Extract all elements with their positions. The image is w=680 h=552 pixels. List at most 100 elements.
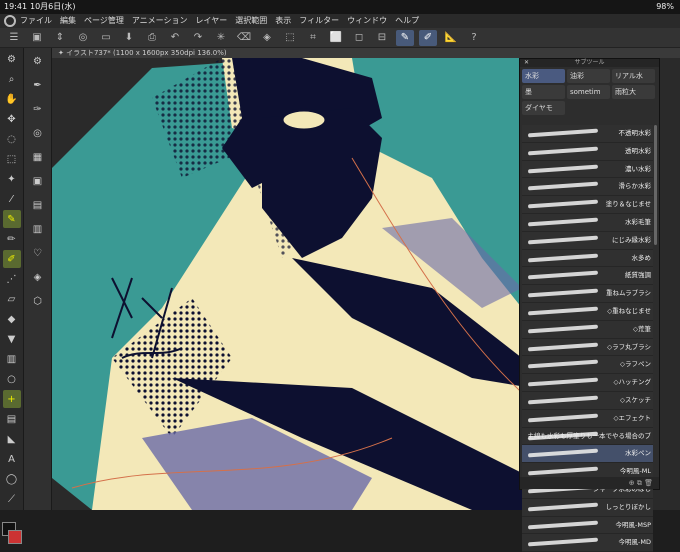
brush-preset-item[interactable]: 紙質強調 <box>522 267 653 286</box>
brush-preset-item[interactable]: 透明水彩 <box>522 142 653 161</box>
subtool-group-tab[interactable]: 水彩 <box>522 69 565 83</box>
sub-color[interactable] <box>8 530 22 544</box>
ruler-tool-icon[interactable]: ◣ <box>3 430 21 448</box>
menu-item[interactable]: フィルター <box>299 14 339 28</box>
gradient-icon[interactable]: ▥ <box>3 350 21 368</box>
deselect-icon[interactable]: ◻ <box>350 30 368 46</box>
pencil-icon[interactable]: ✏ <box>3 230 21 248</box>
correction-icon[interactable]: ⟋ <box>3 490 21 508</box>
frame-icon[interactable]: ▤ <box>3 410 21 428</box>
brush-preset-item[interactable]: ◇重ねなじませ <box>522 302 653 321</box>
layer-icon[interactable]: ▥ <box>29 220 47 238</box>
stack-icon[interactable]: ◈ <box>29 268 47 286</box>
menu-item[interactable]: 表示 <box>275 14 291 28</box>
zoom-icon[interactable]: ⌕ <box>3 70 21 88</box>
lasso-icon[interactable]: ◌ <box>3 130 21 148</box>
hand-icon[interactable]: ✋ <box>3 90 21 108</box>
select-icon[interactable]: ⬚ <box>3 150 21 168</box>
scrollbar[interactable] <box>654 125 657 245</box>
folder-icon[interactable]: ▭ <box>97 30 115 46</box>
ruler-icon[interactable]: 📐 <box>442 30 460 46</box>
brush-preset-item[interactable]: ◇スケッチ <box>522 391 653 410</box>
menu-item[interactable]: ページ管理 <box>84 14 124 28</box>
trash-icon[interactable]: 🗑 <box>644 479 653 487</box>
brush-size-icon[interactable]: ✒ <box>29 76 47 94</box>
crop-icon[interactable]: ⌗ <box>304 30 322 46</box>
redo-icon[interactable]: ↷ <box>189 30 207 46</box>
tool-dropdown-icon[interactable]: ▣ <box>28 30 46 46</box>
subtool-group-tab[interactable]: 雨粒大 <box>612 85 655 99</box>
brush-mode-icon[interactable]: ✐ <box>419 29 437 46</box>
fill-bucket-icon[interactable]: ▼ <box>3 330 21 348</box>
eyedropper-icon[interactable]: ⁄ <box>3 190 21 208</box>
menu-item[interactable]: ヘルプ <box>395 14 419 28</box>
brush-preset-item[interactable]: 今明風-MD <box>522 534 653 552</box>
pen-mode-icon[interactable]: ✎ <box>396 29 414 46</box>
undo-icon[interactable]: ↶ <box>166 30 184 46</box>
duplicate-icon[interactable]: ⧉ <box>637 479 642 487</box>
airbrush-icon[interactable]: ⋰ <box>3 270 21 288</box>
brush-preset-item[interactable]: 水多め <box>522 249 653 268</box>
transform-icon[interactable]: ⬚ <box>281 30 299 46</box>
select-all-icon[interactable]: ⬜ <box>327 30 345 46</box>
brush-preset-item[interactable]: ◇ラフ丸ブラシ <box>522 338 653 357</box>
brush-preset-item[interactable]: ◇ラフペン <box>522 356 653 375</box>
gear-icon[interactable]: ⚙ <box>3 50 21 68</box>
menu-item[interactable]: 選択範囲 <box>235 14 267 28</box>
selection-icon[interactable]: ◎ <box>74 30 92 46</box>
add-icon[interactable]: + <box>2 390 21 408</box>
subtool-group-tab[interactable]: リアル水 <box>612 69 655 83</box>
brush-density-icon[interactable]: ✑ <box>29 100 47 118</box>
fill-icon[interactable]: ◈ <box>258 30 276 46</box>
balloon-icon[interactable]: ◯ <box>3 470 21 488</box>
brush-icon[interactable]: ✐ <box>2 250 21 268</box>
brush-preset-item[interactable]: 今明風-MSP <box>522 516 653 535</box>
brush-preset-item[interactable]: 濃い水彩 <box>522 160 653 179</box>
menu-item[interactable]: レイヤー <box>196 14 228 28</box>
menu-item[interactable]: アニメーション <box>132 14 188 28</box>
shape-icon[interactable]: ○ <box>3 370 21 388</box>
brush-preset-item[interactable]: 塗り＆なじませ <box>522 196 653 214</box>
navigator-icon[interactable]: ▣ <box>29 172 47 190</box>
settings-icon[interactable]: ⚙ <box>29 52 47 70</box>
3d-icon[interactable]: ⬡ <box>29 292 47 310</box>
brush-preset-item[interactable]: ◇ハッチング <box>522 374 653 392</box>
menu-item[interactable]: ウィンドウ <box>347 14 387 28</box>
wand-icon[interactable]: ✦ <box>3 170 21 188</box>
pen-icon[interactable]: ✎ <box>2 210 21 228</box>
brush-preset-item[interactable]: 不透明水彩 <box>522 125 653 143</box>
subtool-group-tab[interactable]: 墨 <box>522 85 565 99</box>
menu-item[interactable]: 編集 <box>60 14 76 28</box>
brush-preset-item[interactable]: 水彩毛筆 <box>522 213 653 232</box>
brush-preset-item[interactable]: ◇エフェクト <box>522 409 653 428</box>
chevron-updown-icon[interactable]: ⇕ <box>51 30 69 46</box>
document-tab[interactable]: ✦ イラスト737* (1100 x 1600px 350dpi 136.0%) <box>52 48 680 58</box>
text-icon[interactable]: A <box>3 450 21 468</box>
brush-preset-item[interactable]: しっとりぼかし <box>522 498 653 517</box>
loading-icon[interactable]: ✳ <box>212 30 230 46</box>
layer-property-icon[interactable]: ▤ <box>29 196 47 214</box>
clear-icon[interactable]: ⌫ <box>235 30 253 46</box>
color-swatch[interactable] <box>2 522 22 544</box>
subtool-group-tab[interactable]: sometim <box>567 85 610 99</box>
brush-preset-item[interactable]: ◇荒筆 <box>522 320 653 339</box>
brush-preset-item[interactable]: にじみ縁水彩 <box>522 231 653 250</box>
app-logo-icon[interactable] <box>4 15 16 27</box>
brush-preset-item[interactable]: 主線も水彩も厚塗りも一本でやる場合のブ <box>522 427 653 446</box>
brush-preset-item[interactable]: 水彩ペン <box>522 445 653 464</box>
add-subtool-icon[interactable]: ⊕ <box>629 479 635 487</box>
close-icon[interactable]: ✕ <box>524 59 529 67</box>
subtool-group-tab[interactable]: 油彩 <box>567 69 610 83</box>
menu-item[interactable]: ファイル <box>20 14 52 28</box>
eraser-icon[interactable]: ▱ <box>3 290 21 308</box>
invert-icon[interactable]: ⊟ <box>373 30 391 46</box>
print-icon[interactable]: ⎙ <box>143 30 161 46</box>
save-icon[interactable]: ⬇ <box>120 30 138 46</box>
subtool-group-tab[interactable]: ダイヤモ <box>522 101 565 115</box>
menu-icon[interactable]: ☰ <box>5 30 23 46</box>
color-set-icon[interactable]: ▦ <box>29 148 47 166</box>
blend-icon[interactable]: ◆ <box>3 310 21 328</box>
material-icon[interactable]: ♡ <box>29 244 47 262</box>
brush-preset-item[interactable]: 重ねムラブラシ <box>522 285 653 303</box>
color-wheel-icon[interactable]: ◎ <box>29 124 47 142</box>
